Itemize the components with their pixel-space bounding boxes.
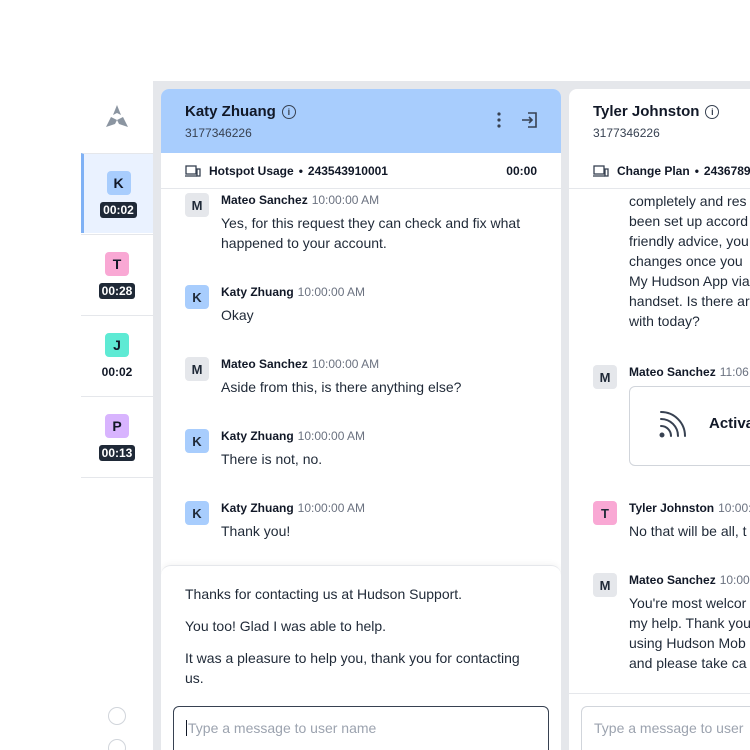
avatar: T xyxy=(593,501,617,525)
message-line: My Hudson App via xyxy=(629,273,750,289)
message-line: changes once you xyxy=(629,253,743,269)
conversation-timer: 00:02 xyxy=(101,365,133,379)
avatar: K xyxy=(185,285,209,309)
message-input[interactable]: Type a message to user name xyxy=(173,706,549,750)
card-title: Activa xyxy=(709,415,750,432)
message-time: 10:00:00 AM xyxy=(297,285,366,299)
app-shell: K 00:02 T 00:28 J 00:02 P 00:13 Katy Zhuang i 3… xyxy=(81,81,750,750)
message-author: Katy Zhuang xyxy=(221,285,294,299)
info-icon[interactable]: i xyxy=(705,104,720,119)
message-line: my help. Thank you xyxy=(629,615,750,631)
message-time: 11:06 xyxy=(719,365,749,379)
chat-topic-bar: Hotspot Usage • 243543910001 00:00 xyxy=(161,153,561,189)
message-author: Mateo Sanchez xyxy=(629,573,716,587)
conversation-timer: 00:28 xyxy=(98,283,136,299)
message-line: Okay xyxy=(221,307,254,323)
avatar: K xyxy=(185,429,209,453)
avatar: J xyxy=(105,333,129,357)
avatar: M xyxy=(593,365,617,389)
message-time: 10:00: xyxy=(718,501,750,515)
divider xyxy=(81,477,153,478)
message-text: There is not, no. xyxy=(221,449,322,469)
message-line: been set up accord xyxy=(629,213,749,229)
message-author: Tyler Johnston xyxy=(629,501,715,515)
message-time: 10:00:00 AM xyxy=(311,357,380,371)
message-text: No that will be all, t xyxy=(629,521,747,541)
rail-conversation-item[interactable]: T 00:28 xyxy=(81,234,153,314)
customer-name: Katy Zhuang xyxy=(185,103,276,120)
rail-conversation-item[interactable]: P 00:13 xyxy=(81,396,153,476)
message-time: 10:00:00 AM xyxy=(297,501,366,515)
message-text: Thank you! xyxy=(221,521,290,541)
message-line: friendly advice, you xyxy=(629,233,749,249)
divider xyxy=(569,693,750,694)
avatar: K xyxy=(106,171,131,195)
chat-header: Tyler Johnston i 3177346226 xyxy=(569,89,750,153)
message-time: 10:00 xyxy=(719,573,750,587)
settings-icon[interactable] xyxy=(108,739,126,750)
activation-card[interactable]: Activa xyxy=(629,386,750,466)
quick-reply[interactable]: It was a pleasure to help you, thank you… xyxy=(185,648,541,688)
account-number: 243543910001 xyxy=(307,163,388,178)
device-icon xyxy=(593,164,609,177)
avatar: M xyxy=(185,193,209,217)
rail-conversation-item[interactable]: K 00:02 xyxy=(81,153,153,233)
topic-label: Change Plan xyxy=(617,163,690,178)
message-line: Yes, for this request they can check and… xyxy=(221,215,521,231)
chat-header: Katy Zhuang i 3177346226 xyxy=(161,89,561,153)
message-author: Mateo Sanchez xyxy=(221,357,308,371)
message-text: Okay xyxy=(221,305,254,325)
quick-reply[interactable]: You too! Glad I was able to help. xyxy=(185,616,541,636)
help-icon[interactable] xyxy=(108,707,126,725)
chat-panel-tyler: Tyler Johnston i 3177346226 Change Plan … xyxy=(569,89,750,750)
customer-name: Tyler Johnston xyxy=(593,103,700,120)
transfer-chat-icon[interactable] xyxy=(521,111,539,134)
topic-label: Hotspot Usage xyxy=(209,163,294,178)
more-options-icon[interactable] xyxy=(497,112,501,133)
chat-panel-katy: Katy Zhuang i 3177346226 Hotspot Usage •… xyxy=(161,89,561,750)
message-line: You're most welcor xyxy=(629,595,747,611)
message-line: using Hudson Mob xyxy=(629,635,746,651)
signal-icon xyxy=(658,411,686,444)
chat-timer: 00:00 xyxy=(506,163,537,178)
message-line: Thank you! xyxy=(221,523,291,539)
message-text: Aside from this, is there anything else? xyxy=(221,377,461,397)
message-line: There is not, no. xyxy=(221,451,323,467)
conversation-timer: 00:13 xyxy=(98,445,136,461)
message-time: 10:00:00 AM xyxy=(297,429,366,443)
avatar: M xyxy=(593,573,617,597)
customer-phone: 3177346226 xyxy=(593,126,660,140)
conversation-rail: K 00:02 T 00:28 J 00:02 P 00:13 xyxy=(81,81,154,750)
quick-reply[interactable]: Thanks for contacting us at Hudson Suppo… xyxy=(185,584,541,604)
info-icon[interactable]: i xyxy=(281,104,296,119)
message-author: Mateo Sanchez xyxy=(221,193,308,207)
conversation-timer: 00:02 xyxy=(100,202,137,218)
message-line: with today? xyxy=(629,313,700,329)
previous-message: completely and res been set up accord frie… xyxy=(629,191,750,331)
message-author: Katy Zhuang xyxy=(221,429,294,443)
app-logo[interactable] xyxy=(81,81,153,153)
account-number: 2436789 xyxy=(703,163,750,178)
rail-conversation-item[interactable]: J 00:02 xyxy=(81,315,153,395)
message-line: Aside from this, is there anything else? xyxy=(221,379,462,395)
chat-topic-bar: Change Plan • 2436789 xyxy=(569,153,750,189)
message-line: handset. Is there ar xyxy=(629,293,750,309)
device-icon xyxy=(185,164,201,177)
message-line: and please take ca xyxy=(629,655,747,671)
customer-phone: 3177346226 xyxy=(185,126,252,140)
avatar: T xyxy=(105,252,129,276)
message-line: No that will be all, t xyxy=(629,523,747,539)
avatar: P xyxy=(105,414,129,438)
message-author: Katy Zhuang xyxy=(221,501,294,515)
message-text: You're most welcor my help. Thank you usin… xyxy=(629,593,750,673)
message-text: Yes, for this request they can check and… xyxy=(221,213,520,253)
message-input[interactable]: Type a message to user xyxy=(581,706,750,750)
message-author: Mateo Sanchez xyxy=(629,365,716,379)
logo-icon xyxy=(106,105,128,127)
message-line: completely and res xyxy=(629,193,747,209)
message-time: 10:00:00 AM xyxy=(311,193,380,207)
avatar: K xyxy=(185,501,209,525)
message-line: happened to your account. xyxy=(221,235,387,251)
avatar: M xyxy=(185,357,209,381)
